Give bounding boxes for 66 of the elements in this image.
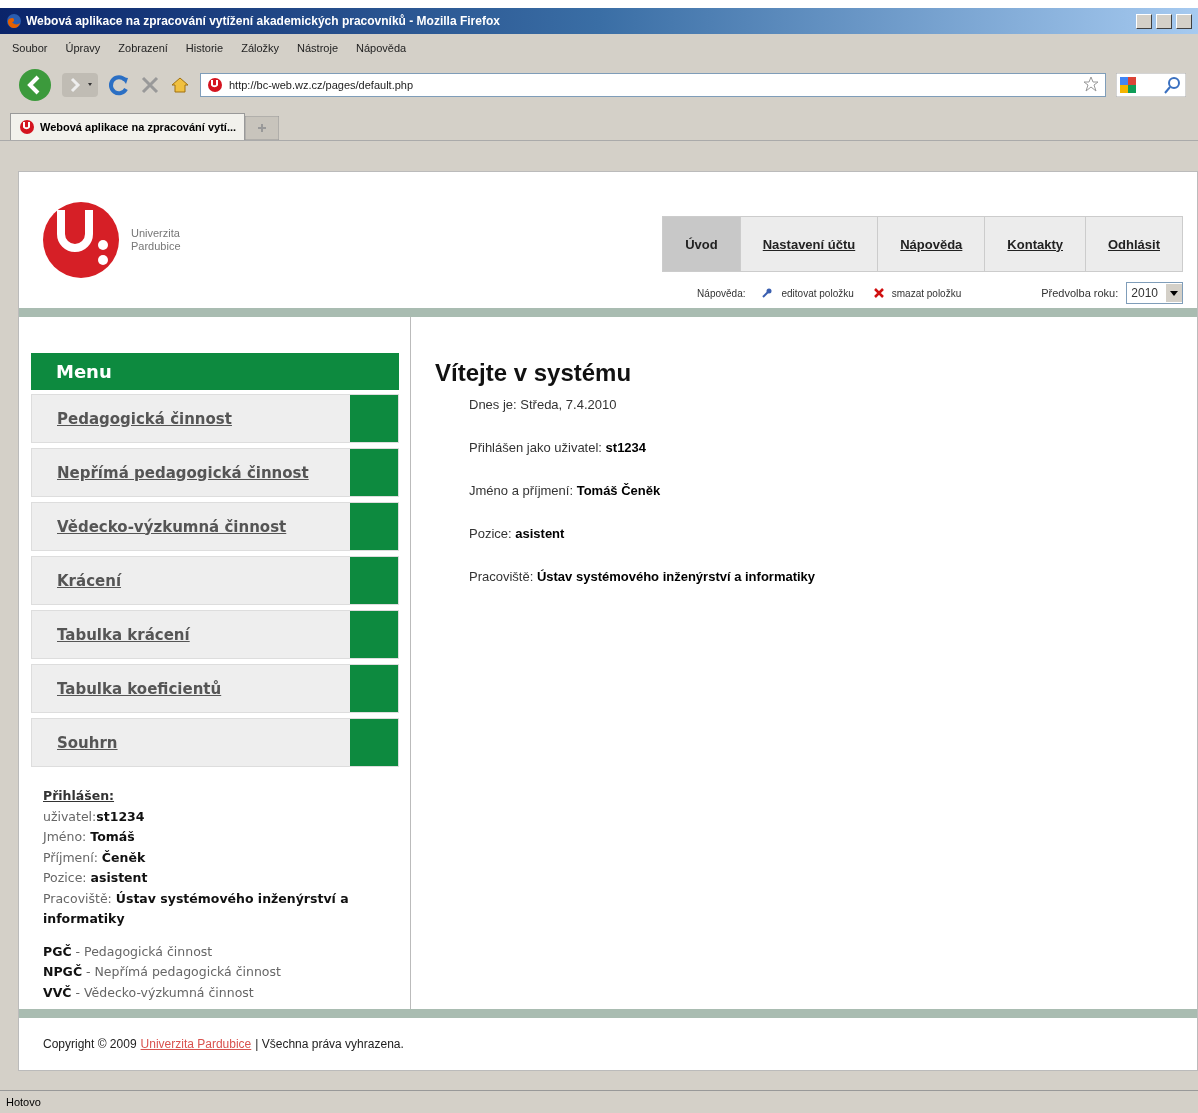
university-logo-icon [41, 200, 121, 280]
minimize-button[interactable] [1136, 13, 1152, 29]
menu-item[interactable]: Zobrazení [118, 42, 168, 54]
nav-tab[interactable]: Úvod [663, 217, 740, 271]
info-text: Přihlášen jako uživatel: st1234 [469, 440, 647, 455]
info-text: Dnes je: Středa, 7.4.2010 [469, 397, 617, 412]
url-text: http://bc-web.wz.cz/pages/default.php [229, 79, 414, 91]
menu-item[interactable]: Nápověda [356, 42, 407, 54]
legend-text: smazat položku [891, 287, 962, 299]
abbreviation-text: PGČ - Pedagogická činnost [43, 943, 213, 959]
menu-link[interactable]: Nepřímá pedagogická činnost [31, 448, 399, 497]
menu-link[interactable]: Tabulka koeficientů [31, 664, 399, 713]
browser-tab[interactable]: Webová aplikace na zpracování vytí... [10, 113, 246, 140]
logo-text: Univerzita [131, 227, 181, 240]
status-text: Hotovo [6, 1096, 41, 1108]
rights-text: | Všechna práva vyhrazena. [255, 1037, 404, 1051]
menu-link[interactable]: Krácení [31, 556, 399, 605]
menu-heading: Menu [31, 353, 399, 390]
user-info-text: uživatel:st1234 [43, 808, 145, 824]
logo-text: Pardubice [131, 240, 181, 253]
stop-icon[interactable] [140, 75, 160, 95]
user-info-text: Jméno: Tomáš [43, 829, 135, 844]
info-text: Pozice: asistent [469, 526, 565, 541]
nav-tab[interactable]: Nastavení účtu [739, 217, 878, 271]
user-info-text: Pracoviště: Ústav systémového inženýrství a informatiky [43, 890, 349, 926]
site-icon [207, 77, 223, 93]
abbreviation-text: VVČ - Vědecko-výzkumná činnost [43, 984, 254, 1000]
info-text: Pracoviště: Ústav systémového inženýrství a informatiky [469, 569, 816, 584]
maximize-button[interactable] [1156, 13, 1172, 29]
search-icon[interactable] [1116, 73, 1186, 97]
window-title: Webová aplikace na zpracování vytížení akademických pracovníků - Mozilla Firefox [26, 14, 501, 28]
user-info-text: Příjmení: Čeněk [43, 849, 146, 865]
menu-item[interactable]: Historie [185, 42, 224, 54]
home-icon[interactable] [170, 75, 190, 95]
page-heading: Vítejte v systému [435, 359, 633, 387]
menu-link[interactable]: Souhrn [31, 718, 399, 767]
menu-item[interactable]: Nástroje [297, 42, 339, 54]
year-label: Předvolba roku: [1041, 287, 1119, 299]
info-text: Jméno a příjmení: Tomáš Čeněk [469, 483, 661, 498]
wrench-icon [761, 287, 774, 299]
star-icon[interactable] [1083, 76, 1099, 92]
abbreviation-text: NPGČ - Nepřímá pedagogická činnost [43, 964, 281, 979]
nav-tab[interactable]: Nápověda [877, 217, 985, 271]
browser-logo-icon [6, 13, 22, 29]
user-info-text: Pozice: asistent [43, 870, 148, 885]
nav-tab[interactable]: Odhlásit [1085, 217, 1182, 271]
copyright-text: Copyright © 2009 [43, 1037, 137, 1051]
legend-text: editovat položku [781, 287, 854, 299]
new-tab-icon[interactable] [245, 116, 280, 140]
address-field[interactable]: http://bc-web.wz.cz/pages/default.php [200, 73, 1106, 97]
nav-tab[interactable]: Kontakty [984, 217, 1085, 271]
cross-icon [873, 288, 884, 298]
logged-in-heading: Přihlášen: [43, 787, 116, 805]
menu-item[interactable]: Záložky [241, 42, 280, 54]
site-icon [19, 119, 35, 135]
year-select[interactable]: 2010 [1126, 282, 1183, 304]
back-icon[interactable] [18, 68, 52, 102]
menu-item[interactable]: Úpravy [65, 42, 101, 54]
legend-label: Nápověda: [697, 287, 746, 299]
menu-link[interactable]: Vědecko-výzkumná činnost [31, 502, 399, 551]
close-button[interactable] [1176, 13, 1192, 29]
menu-link[interactable]: Tabulka krácení [31, 610, 399, 659]
menu-link[interactable]: Pedagogická činnost [31, 394, 399, 443]
menu-item[interactable]: Soubor [12, 42, 48, 54]
reload-icon[interactable] [108, 74, 130, 96]
university-link[interactable]: Univerzita Pardubice [140, 1037, 252, 1051]
